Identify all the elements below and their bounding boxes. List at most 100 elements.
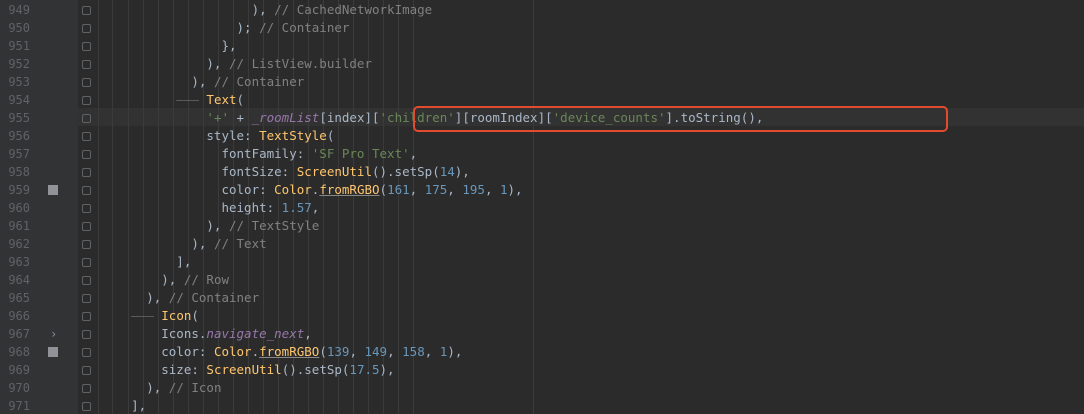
code-token: , <box>349 344 365 359</box>
line-number: 949 <box>8 3 30 17</box>
code-token: fontSize: <box>86 164 297 179</box>
code-line[interactable]: ), // Row <box>86 271 229 289</box>
code-token: 161 <box>387 182 410 197</box>
code-token: ), <box>86 236 214 251</box>
code-token: ), <box>86 56 229 71</box>
line-number: 954 <box>8 93 30 107</box>
code-token: 1 <box>500 182 508 197</box>
fold-marker-icon[interactable] <box>82 366 91 375</box>
line-number: 971 <box>8 399 30 413</box>
code-token: ().setSp( <box>371 164 440 179</box>
code-token: [index][ <box>319 110 380 125</box>
fold-marker-icon[interactable] <box>82 186 91 195</box>
code-line[interactable]: color: Color.fromRGBO(161, 175, 195, 1), <box>86 181 522 199</box>
code-token: 'SF Pro Text' <box>311 146 410 161</box>
line-number: 953 <box>8 75 30 89</box>
code-token: , <box>387 344 403 359</box>
fold-marker-icon[interactable] <box>82 24 91 33</box>
code-editor[interactable]: ), // CachedNetworkImage ); // Container… <box>0 0 1084 414</box>
code-token: // Container <box>168 290 260 305</box>
code-token: Color <box>274 182 312 197</box>
code-token: ( <box>326 128 335 143</box>
code-line[interactable]: ], <box>86 397 146 414</box>
code-line[interactable]: ), // ListView.builder <box>86 55 372 73</box>
fold-marker-icon[interactable] <box>82 348 91 357</box>
code-line[interactable]: ), // Container <box>86 73 304 91</box>
code-line[interactable]: ], <box>86 253 191 271</box>
code-token: TextStyle <box>259 128 327 143</box>
code-line[interactable]: ), // TextStyle <box>86 217 319 235</box>
code-line[interactable]: size: ScreenUtil().setSp(17.5), <box>86 361 394 379</box>
code-line[interactable]: fontFamily: 'SF Pro Text', <box>86 145 417 163</box>
fold-marker-icon[interactable] <box>82 402 91 411</box>
code-line[interactable]: fontSize: ScreenUtil().setSp(14), <box>86 163 469 181</box>
code-token: ), <box>86 2 275 17</box>
fold-marker-icon[interactable] <box>82 294 91 303</box>
code-line[interactable]: ), // Text <box>86 235 266 253</box>
fold-marker-icon[interactable] <box>82 96 91 105</box>
code-token: ); <box>86 20 260 35</box>
code-token: ( <box>319 344 327 359</box>
line-number: 969 <box>8 363 30 377</box>
fold-marker-icon[interactable] <box>82 150 91 159</box>
code-token: ], <box>86 254 192 269</box>
fold-marker-icon[interactable] <box>82 114 91 123</box>
code-token: // TextStyle <box>229 218 320 233</box>
line-number: 968 <box>8 345 30 359</box>
code-line[interactable]: ——— Icon( <box>86 307 199 325</box>
fold-marker-icon[interactable] <box>82 276 91 285</box>
code-token: , <box>424 344 440 359</box>
line-number: 956 <box>8 129 30 143</box>
fold-marker-icon[interactable] <box>82 330 91 339</box>
line-number: 959 <box>8 183 30 197</box>
color-preview-icon[interactable] <box>48 185 58 195</box>
code-token: fromRGBO <box>319 182 380 197</box>
code-token: Icons. <box>86 326 207 341</box>
code-line[interactable]: color: Color.fromRGBO(139, 149, 158, 1), <box>86 343 462 361</box>
code-token: ScreenUtil <box>206 362 282 377</box>
line-number: 962 <box>8 237 30 251</box>
code-line[interactable]: style: TextStyle( <box>86 127 334 145</box>
code-token: size: <box>86 362 207 377</box>
fold-marker-icon[interactable] <box>82 240 91 249</box>
code-token: style: <box>86 128 260 143</box>
code-line[interactable]: height: 1.57, <box>86 199 319 217</box>
indent-guide <box>533 0 534 414</box>
color-preview-icon[interactable] <box>48 347 58 357</box>
fold-marker-icon[interactable] <box>82 132 91 141</box>
fold-marker-icon[interactable] <box>82 42 91 51</box>
code-token: ().setSp( <box>281 362 350 377</box>
code-token: navigate_next <box>206 326 305 341</box>
code-line[interactable]: ——— Text( <box>86 91 244 109</box>
fold-marker-icon[interactable] <box>82 258 91 267</box>
fold-marker-icon[interactable] <box>82 384 91 393</box>
code-token: // Row <box>183 272 229 287</box>
code-token: Icon <box>161 308 192 323</box>
fold-marker-icon[interactable] <box>82 168 91 177</box>
code-line[interactable]: }, <box>86 37 236 55</box>
code-line[interactable]: ); // Container <box>86 19 350 37</box>
code-token: fontFamily: <box>86 146 312 161</box>
code-token: // ListView.builder <box>229 56 372 71</box>
code-token: color: <box>86 344 214 359</box>
code-token: , <box>447 182 463 197</box>
fold-marker-icon[interactable] <box>82 6 91 15</box>
fold-marker-icon[interactable] <box>82 60 91 69</box>
code-token: 17.5 <box>349 362 380 377</box>
line-number: 952 <box>8 57 30 71</box>
line-number: 950 <box>8 21 30 35</box>
code-line[interactable]: ), // CachedNetworkImage <box>86 1 433 19</box>
fold-marker-icon[interactable] <box>82 312 91 321</box>
code-token: , <box>409 146 418 161</box>
code-token: + <box>229 110 252 125</box>
code-line[interactable]: Icons.navigate_next, <box>86 325 312 343</box>
fold-marker-icon[interactable] <box>82 78 91 87</box>
fold-marker-icon[interactable] <box>82 204 91 213</box>
fold-marker-icon[interactable] <box>82 222 91 231</box>
code-token: ), <box>86 380 169 395</box>
code-line[interactable]: ), // Icon <box>86 379 221 397</box>
code-token: ScreenUtil <box>296 164 372 179</box>
chevron-right-icon[interactable]: › <box>50 325 57 343</box>
code-line[interactable]: ), // Container <box>86 289 259 307</box>
